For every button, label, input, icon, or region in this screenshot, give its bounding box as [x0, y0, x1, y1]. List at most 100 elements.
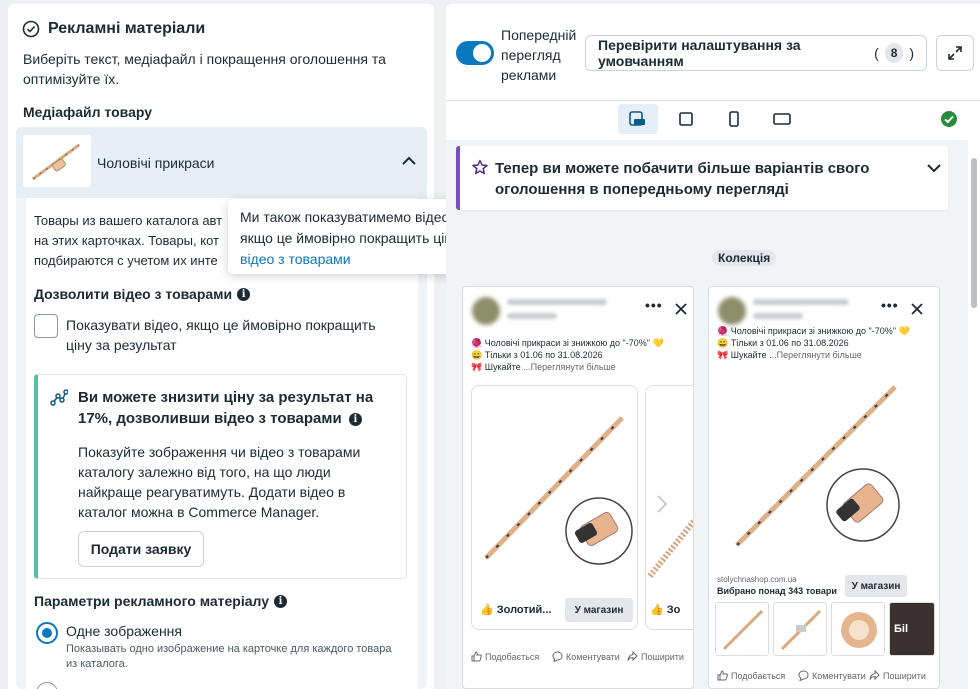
ad-text-line2: 😄 Тільки з 01.06 по 31.08.2026	[717, 338, 849, 348]
promo-headline: Ви можете знизити ціну за результат на 1…	[78, 387, 378, 429]
square-icon	[678, 111, 694, 127]
collection-badge: Колекція	[712, 250, 777, 266]
ad-text-line1: 🧶 Чоловічі прикраси зі знижкою до "-70%"…	[471, 338, 664, 348]
creative-params-title: Параметри рекламного матеріалу	[34, 593, 270, 609]
check-defaults-button[interactable]: Перевірити налаштування за умовчанням (8…	[585, 35, 927, 71]
check-defaults-count: 8	[884, 43, 904, 63]
comment-label: Коментувати	[812, 670, 866, 681]
ad-text-line2: 😄 Тільки з 01.06 по 31.08.2026	[471, 350, 603, 360]
thumbs-up-icon	[471, 651, 482, 662]
chevron-up-icon[interactable]	[401, 153, 417, 169]
carousel-ad-preview: ••• 🧶 Чоловічі прикраси зі знижкою до "-…	[462, 286, 694, 689]
square-placement-button[interactable]	[666, 104, 706, 134]
comment-button[interactable]: Коментувати	[552, 651, 620, 662]
page-avatar	[718, 297, 746, 325]
catalog-description: Товары из вашего каталога авт на этих ка…	[34, 213, 223, 268]
product-thumb[interactable]	[773, 602, 827, 656]
share-label: Поширити	[641, 651, 684, 662]
single-image-description: Показывать одно изображение на карточке …	[66, 643, 392, 670]
check-circle-icon	[22, 20, 40, 38]
creative-params-header: Параметри рекламного матеріалу i	[34, 593, 288, 609]
feed-placement-button[interactable]	[618, 104, 658, 134]
more-options-icon[interactable]: •••	[645, 297, 663, 313]
share-button[interactable]: Поширити	[869, 670, 926, 681]
like-button[interactable]: Подобається	[471, 651, 539, 662]
product-thumb[interactable]	[831, 602, 885, 656]
trend-icon	[50, 389, 68, 407]
shop-now-button[interactable]: У магазин	[565, 598, 633, 622]
product-thumb[interactable]: Бil	[889, 602, 935, 656]
product-image	[646, 386, 693, 586]
comment-icon	[552, 651, 563, 662]
chevron-down-icon[interactable]	[926, 160, 942, 176]
share-icon	[627, 651, 638, 662]
expand-button[interactable]	[936, 35, 974, 71]
collection-ad-preview: ••• 🧶 Чоловічі прикраси зі знижкою до "-…	[708, 286, 940, 689]
share-label: Поширити	[883, 670, 926, 681]
ad-text-line1: 🧶 Чоловічі прикраси зі знижкою до "-70%"…	[717, 326, 910, 336]
comment-icon	[798, 670, 809, 681]
section-header: Рекламні матеріали	[22, 20, 205, 38]
phone-icon	[726, 111, 742, 127]
info-icon[interactable]: i	[237, 287, 251, 301]
notice-text: Тепер ви можете побачити більше варіанті…	[495, 160, 870, 198]
more-options-icon[interactable]: •••	[881, 297, 899, 313]
ad-text-line3-text: 🎀 Шукайте	[717, 350, 767, 360]
star-icon	[472, 159, 488, 175]
allow-video-label[interactable]: Показувати відео, якщо це ймовірно покра…	[66, 315, 386, 355]
like-button[interactable]: Подобається	[717, 670, 785, 681]
preview-scrollbar[interactable]	[968, 140, 980, 689]
info-icon[interactable]: i	[274, 594, 288, 608]
ad-creative-panel: Рекламні матеріали Виберіть текст, медіа…	[8, 4, 434, 689]
thumbs-up-icon	[717, 670, 728, 681]
see-more-link[interactable]: ...Переглянути більше	[769, 350, 862, 360]
check-defaults-label: Перевірити налаштування за умовчанням	[598, 37, 801, 69]
share-icon	[869, 670, 880, 681]
preview-area: Тепер ви можете побачити більше варіанті…	[446, 140, 968, 689]
info-icon[interactable]: i	[348, 412, 362, 426]
preview-notice[interactable]: Тепер ви можете побачити більше варіанті…	[456, 146, 948, 210]
product-thumbnails: Бil	[715, 602, 935, 658]
shop-now-button[interactable]: У магазин	[845, 575, 907, 597]
section-title: Рекламні матеріали	[48, 20, 206, 37]
ad-text-line3: 🎀 Шукайте ...Переглянути більше	[717, 349, 862, 361]
promo-body: Показуйте зображення чи відео з товарами…	[78, 444, 361, 520]
allow-video-checkbox[interactable]	[34, 314, 58, 338]
sponsored-blurred	[753, 313, 803, 319]
carousel-card[interactable]: 👍 Золотий... У магазин	[471, 385, 638, 630]
horizontal-placement-button[interactable]	[762, 104, 802, 134]
page-avatar	[472, 297, 500, 325]
divider	[446, 100, 980, 101]
card-title: 👍 Золотий...	[480, 604, 552, 616]
product-set-header[interactable]: Чоловічі прикраси	[16, 127, 427, 198]
share-button[interactable]: Поширити	[627, 651, 684, 662]
product-thumb[interactable]	[715, 602, 769, 656]
scrollbar-thumb[interactable]	[971, 158, 977, 308]
promo-headline-text: Ви можете знизити ціну за результат на 1…	[78, 389, 374, 427]
feed-layout-icon	[629, 111, 647, 127]
page-name-blurred	[753, 299, 849, 305]
media-section-title: Медіафайл товару	[23, 104, 153, 120]
ad-preview-panel: Попередній перегляд реклами Перевірити н…	[446, 4, 980, 689]
carousel-card-next[interactable]: 👍 Зо	[645, 385, 693, 630]
apply-button[interactable]: Подати заявку	[78, 531, 204, 567]
vertical-placement-button[interactable]	[714, 104, 754, 134]
comment-button[interactable]: Коментувати	[798, 670, 866, 681]
preview-toggle[interactable]	[456, 41, 494, 65]
section-description: Виберіть текст, медіафайл і покращення о…	[23, 51, 386, 87]
preview-toggle-label: Попередній перегляд реклами	[501, 27, 577, 83]
see-more-link[interactable]: ...Переглянути більше	[523, 362, 616, 372]
close-icon[interactable]	[911, 303, 923, 315]
sponsored-blurred	[507, 313, 557, 319]
like-label: Подобається	[485, 651, 540, 662]
close-icon[interactable]	[675, 303, 687, 315]
success-check-icon	[940, 110, 958, 128]
product-set-name: Чоловічі прикраси	[97, 155, 215, 171]
ad-text-line3: 🎀 Шукайте ...Переглянути більше	[471, 361, 616, 373]
paren-open: (	[874, 45, 879, 61]
single-image-label[interactable]: Одне зображення	[66, 623, 182, 639]
single-image-radio[interactable]	[36, 622, 58, 644]
comment-label: Коментувати	[566, 651, 620, 662]
product-thumbnail	[23, 135, 91, 187]
landscape-icon	[773, 111, 791, 127]
